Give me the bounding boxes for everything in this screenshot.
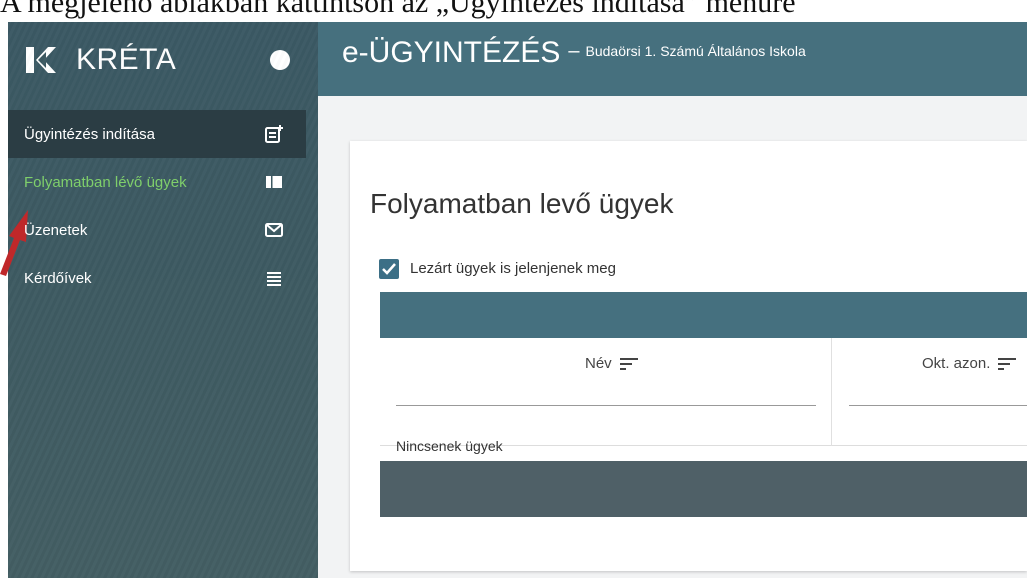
checkmark-icon	[382, 263, 396, 275]
status-dot[interactable]	[270, 50, 290, 70]
sidebar-item-kerdoivek[interactable]: Kérdőívek	[8, 254, 306, 302]
closed-cases-label[interactable]: Lezárt ügyek is jelenjenek meg	[410, 260, 616, 277]
sort-icon[interactable]	[619, 357, 638, 371]
grid-footer	[380, 461, 1027, 517]
sidebar-item-label: Ügyintézés indítása	[24, 125, 155, 143]
column-header-nev[interactable]: Név	[585, 355, 638, 372]
column-label: Okt. azon.	[922, 355, 991, 372]
empty-message: Nincsenek ügyek	[396, 438, 503, 454]
column-divider	[831, 338, 832, 446]
grid-toolbar	[380, 292, 1027, 338]
filter-input-nev[interactable]	[396, 405, 816, 406]
sidebar-item-uzenetek[interactable]: Üzenetek	[8, 206, 306, 254]
brand-name: KRÉTA	[76, 43, 177, 76]
brand[interactable]: KRÉTA	[26, 42, 176, 78]
sidebar: KRÉTA Ügyintézés indítása Folyamatban lé…	[8, 22, 318, 578]
closed-cases-checkbox[interactable]	[379, 259, 399, 279]
sidebar-item-label: Folyamatban lévő ügyek	[24, 173, 187, 191]
panel-icon	[266, 176, 282, 188]
column-label: Név	[585, 355, 612, 372]
sidebar-item-label: Kérdőívek	[24, 269, 92, 287]
kreta-logo-icon	[26, 47, 56, 73]
filter-input-okt-azon[interactable]	[849, 405, 1027, 406]
header-title-group: e-ÜGYINTÉZÉS – Budaörsi 1. Számú Általános…	[342, 36, 806, 70]
caption-strip: A megjelenő ablakban kattintson az „Ügyi…	[0, 0, 1027, 22]
sort-icon[interactable]	[998, 357, 1017, 371]
header-bar: e-ÜGYINTÉZÉS – Budaörsi 1. Számú Általános…	[318, 22, 1027, 96]
column-header-okt-azon[interactable]: Okt. azon.	[922, 355, 1017, 372]
new-document-icon	[265, 125, 283, 143]
page-title: Folyamatban levő ügyek	[370, 188, 674, 219]
title-separator: –	[568, 40, 580, 62]
mail-icon	[265, 223, 283, 237]
sidebar-item-label: Üzenetek	[24, 221, 88, 239]
sidebar-item-ugyintezes-inditasa[interactable]: Ügyintézés indítása	[8, 110, 306, 158]
list-icon	[267, 272, 281, 286]
sidebar-item-folyamatban[interactable]: Folyamatban lévő ügyek	[8, 158, 306, 206]
app-title: e-ÜGYINTÉZÉS	[342, 36, 561, 69]
sidebar-nav: Ügyintézés indítása Folyamatban lévő ügy…	[8, 110, 318, 302]
school-name: Budaörsi 1. Számú Általános Iskola	[585, 43, 806, 59]
instruction-caption: A megjelenő ablakban kattintson az „Ügyi…	[0, 0, 796, 19]
